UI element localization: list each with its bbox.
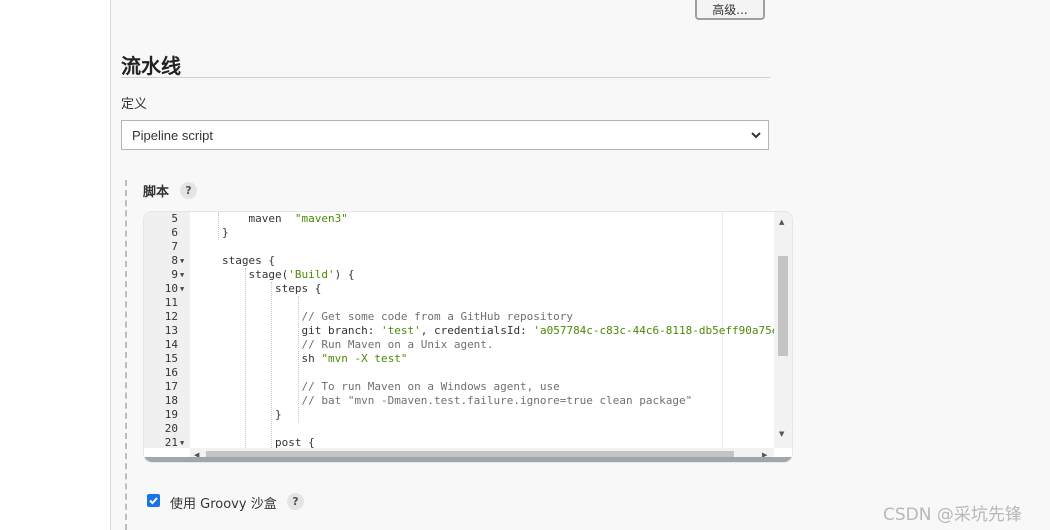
line-number: 5	[171, 212, 178, 225]
code-line: 6}	[144, 226, 774, 240]
code-line: 15 sh "mvn -X test"	[144, 352, 774, 366]
code-area[interactable]: 5 maven "maven3" 6} 7 8 ▼ stages {9 ▼ stage('Bui…	[144, 212, 774, 448]
line-number: 12	[164, 310, 178, 323]
line-number: 8	[171, 254, 178, 267]
code-line: 16	[144, 366, 774, 380]
code-text: stages {	[222, 254, 275, 267]
line-number: 14	[164, 338, 178, 351]
code-text: git branch: 'test', credentialsId: 'a057…	[301, 324, 775, 337]
line-number: 17	[164, 380, 178, 393]
vertical-scroll-thumb[interactable]	[778, 256, 788, 356]
code-line: 12 // Get some code from a GitHub reposit…	[144, 310, 774, 324]
section-divider	[121, 77, 770, 78]
code-text: steps {	[275, 282, 322, 295]
definition-select[interactable]: Pipeline script	[121, 120, 769, 150]
vertical-scrollbar[interactable]: ▲ ▼	[774, 212, 792, 448]
line-number: 11	[164, 296, 178, 309]
definition-selected-value: Pipeline script	[132, 127, 213, 143]
code-line: 14 // Run Maven on a Unix agent.	[144, 338, 774, 352]
sandbox-checkbox[interactable]	[147, 494, 160, 507]
code-text: // bat "mvn -Dmaven.test.failure.ignore=…	[301, 394, 693, 407]
sandbox-help-icon[interactable]: ?	[287, 493, 304, 510]
code-text: sh "mvn -X test"	[301, 352, 408, 365]
pipeline-section-title: 流水线	[121, 54, 181, 78]
code-line: 19}	[144, 408, 774, 422]
scroll-up-icon[interactable]: ▲	[779, 218, 784, 226]
fold-toggle-icon[interactable]: ▼	[180, 268, 184, 282]
watermark-text: CSDN @采坑先锋	[883, 505, 1022, 525]
code-line: 17 // To run Maven on a Windows agent, us…	[144, 380, 774, 394]
code-line: 10 ▼ steps {	[144, 282, 774, 296]
code-line: 13 git branch: 'test', credentialsId: 'a0…	[144, 324, 774, 338]
code-line: 18 // bat "mvn -Dmaven.test.failure.ignor…	[144, 394, 774, 408]
line-number: 7	[171, 240, 178, 253]
code-text: // Get some code from a GitHub repositor…	[301, 310, 574, 323]
code-text: // Run Maven on a Unix agent.	[301, 338, 494, 351]
code-text: }	[222, 226, 229, 239]
line-number: 19	[164, 408, 178, 421]
indent-guide	[218, 212, 219, 240]
line-number: 18	[164, 394, 178, 407]
code-line: 11	[144, 296, 774, 310]
left-margin	[0, 0, 110, 530]
line-number: 9	[171, 268, 178, 281]
sandbox-label: 使用 Groovy 沙盒	[170, 497, 277, 512]
code-line: 8 ▼ stages {	[144, 254, 774, 268]
advanced-button[interactable]: 高级...	[695, 0, 765, 20]
line-number: 13	[164, 324, 178, 337]
code-text: // To run Maven on a Windows agent, use	[301, 380, 560, 393]
indent-guide	[244, 268, 246, 448]
nested-indent-line	[125, 180, 127, 530]
code-line: 9 ▼ stage('Build') {	[144, 268, 774, 282]
indent-guide	[271, 282, 272, 448]
code-text: post {	[275, 436, 315, 448]
script-help-icon[interactable]: ?	[180, 182, 197, 199]
line-number: 15	[164, 352, 178, 365]
checkmark-icon	[149, 497, 158, 505]
line-number: 20	[164, 422, 178, 435]
code-text: stage('Build') {	[248, 268, 355, 281]
code-line: 21 ▼ post {	[144, 436, 774, 448]
indent-guide	[297, 296, 299, 422]
code-text: }	[275, 408, 282, 421]
script-label: 脚本	[143, 185, 170, 200]
code-text: maven "maven3"	[248, 212, 348, 225]
line-number: 6	[171, 226, 178, 239]
chevron-down-icon	[751, 132, 761, 139]
fold-toggle-icon[interactable]: ▼	[180, 282, 184, 296]
line-number: 21	[164, 436, 178, 448]
scroll-down-icon[interactable]: ▼	[779, 430, 784, 438]
definition-label: 定义	[121, 97, 148, 112]
script-editor[interactable]: 5 maven "maven3" 6} 7 8 ▼ stages {9 ▼ stage('Bui…	[144, 212, 792, 462]
fold-toggle-icon[interactable]: ▼	[180, 436, 184, 448]
fold-toggle-icon[interactable]: ▼	[180, 254, 184, 268]
line-number: 10	[164, 282, 178, 295]
editor-bottom-bar	[144, 457, 792, 462]
line-number: 16	[164, 366, 178, 379]
code-line: 5 maven "maven3"	[144, 212, 774, 226]
code-line: 20	[144, 422, 774, 436]
code-line: 7	[144, 240, 774, 254]
